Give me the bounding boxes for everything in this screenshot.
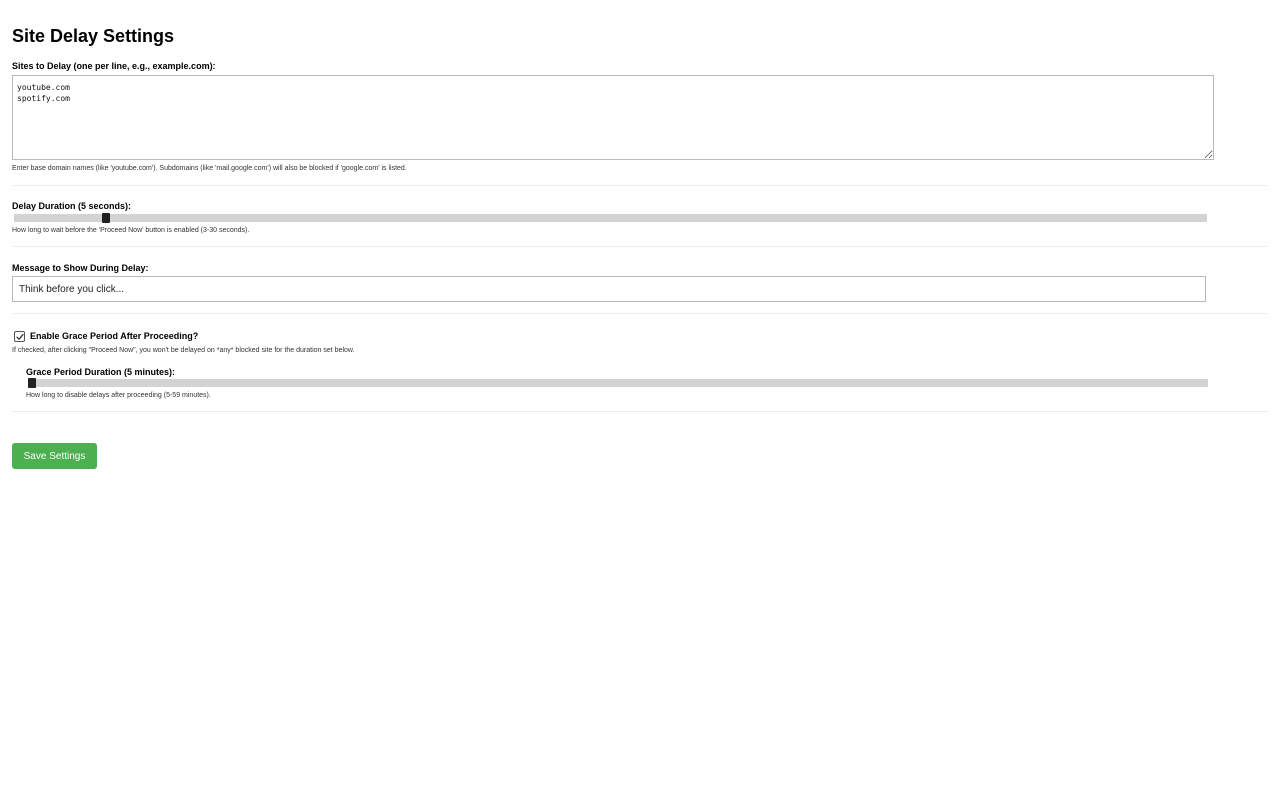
grace-period-checkbox[interactable] xyxy=(14,331,25,342)
sites-label: Sites to Delay (one per line, e.g., exam… xyxy=(12,61,216,71)
page-title: Site Delay Settings xyxy=(12,26,175,46)
sites-textarea[interactable] xyxy=(12,75,1214,160)
section-divider xyxy=(12,411,1268,412)
delay-slider-thumb[interactable] xyxy=(102,213,110,223)
grace-duration-slider[interactable] xyxy=(28,378,1208,388)
grace-period-help: If checked, after clicking "Proceed Now"… xyxy=(12,347,355,354)
grace-duration-help: How long to disable delays after proceed… xyxy=(26,392,211,399)
options-page: Site Delay Settings Sites to Delay (one … xyxy=(0,0,1280,800)
grace-duration-label: Grace Period Duration (5 minutes): xyxy=(26,367,176,377)
save-settings-button[interactable]: Save Settings xyxy=(12,443,97,469)
message-label: Message to Show During Delay: xyxy=(12,263,149,273)
section-divider xyxy=(12,313,1268,314)
delay-label: Delay Duration (5 seconds): xyxy=(12,201,132,211)
delay-help: How long to wait before the 'Proceed Now… xyxy=(12,227,250,234)
checkmark-icon xyxy=(15,333,24,340)
message-input[interactable] xyxy=(12,276,1206,302)
sites-help: Enter base domain names (like 'youtube.c… xyxy=(12,165,407,172)
grace-period-checkbox-label[interactable]: Enable Grace Period After Proceeding? xyxy=(30,331,198,341)
grace-duration-slider-thumb[interactable] xyxy=(28,378,36,388)
section-divider xyxy=(12,246,1268,247)
delay-slider[interactable] xyxy=(14,213,1207,223)
section-divider xyxy=(12,185,1268,186)
